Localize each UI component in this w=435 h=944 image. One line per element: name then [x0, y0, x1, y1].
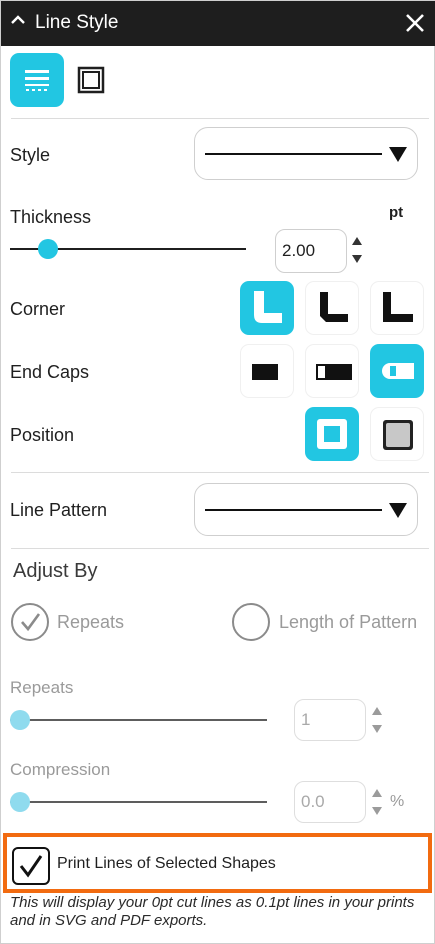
outside-stroke-icon [383, 420, 413, 450]
line-style-panel: Line Style Style Thickness pt 2.00 Corne… [0, 0, 435, 944]
panel-title: Line Style [35, 12, 119, 33]
line-pattern-label: Line Pattern [10, 500, 108, 520]
divider [11, 118, 429, 119]
endcap-butt-button[interactable] [240, 344, 294, 398]
corner-miter-button[interactable] [370, 281, 424, 335]
print-lines-label[interactable]: Print Lines of Selected Shapes [57, 855, 276, 873]
adjust-by-heading: Adjust By [13, 560, 98, 582]
checkmark-icon [19, 855, 43, 878]
corner-round-button[interactable] [240, 281, 294, 335]
title-bar: Line Style [1, 1, 435, 46]
compression-stepper[interactable] [370, 786, 384, 820]
compression-slider-track[interactable] [10, 801, 267, 803]
position-inside-button[interactable] [305, 407, 359, 461]
thickness-label: Thickness [10, 207, 92, 227]
decrement-icon[interactable] [352, 255, 362, 263]
stroke-lines-icon [25, 70, 49, 91]
repeats-stepper[interactable] [370, 704, 384, 738]
thickness-slider-thumb[interactable] [37, 239, 58, 259]
repeats-slider-thumb[interactable] [10, 710, 30, 730]
corner-label: Corner [10, 299, 66, 319]
thickness-stepper[interactable] [350, 234, 364, 268]
corner-bevel-button[interactable] [305, 281, 359, 335]
endcap-square-button[interactable] [305, 344, 359, 398]
repeats-input[interactable] [294, 699, 366, 741]
style-label: Style [10, 145, 51, 165]
decrement-icon[interactable] [372, 725, 382, 733]
thickness-unit: pt [389, 204, 404, 221]
compression-label: Compression [10, 760, 111, 779]
close-icon[interactable] [404, 12, 426, 34]
dropdown-arrow-icon [389, 147, 407, 162]
round-cap-icon [382, 363, 414, 379]
decrement-icon[interactable] [372, 807, 382, 815]
repeats-label: Repeats [10, 678, 74, 697]
tab-border[interactable] [64, 53, 118, 107]
compression-unit: % [390, 793, 405, 810]
adjust-repeats-radio[interactable] [11, 603, 49, 641]
collapse-chevron-icon[interactable] [9, 11, 27, 29]
miter-corner-icon [383, 292, 413, 322]
solid-line-preview [205, 509, 382, 511]
compression-slider-thumb[interactable] [10, 792, 30, 812]
adjust-length-label[interactable]: Length of Pattern [279, 612, 417, 633]
position-outside-button[interactable] [370, 407, 424, 461]
end-caps-label: End Caps [10, 362, 90, 382]
inside-stroke-icon [317, 419, 347, 449]
round-corner-icon [254, 291, 282, 323]
butt-cap-icon [252, 364, 278, 380]
solid-line-preview [205, 153, 382, 155]
style-select[interactable] [194, 127, 418, 180]
divider [11, 472, 429, 473]
checkmark-icon [21, 613, 41, 632]
print-lines-checkbox[interactable] [12, 847, 50, 885]
line-pattern-select[interactable] [194, 483, 418, 536]
increment-icon[interactable] [352, 237, 362, 245]
divider [11, 548, 429, 549]
adjust-repeats-label[interactable]: Repeats [57, 612, 124, 633]
print-lines-note: This will display your 0pt cut lines as … [10, 894, 415, 929]
dropdown-arrow-icon [389, 503, 407, 518]
square-cap-icon [316, 364, 352, 380]
square-outline-icon [77, 66, 105, 94]
thickness-input[interactable] [275, 229, 347, 273]
adjust-length-radio[interactable] [232, 603, 270, 641]
tab-stroke[interactable] [10, 53, 64, 107]
compression-input[interactable] [294, 781, 366, 823]
position-label: Position [10, 425, 75, 445]
increment-icon[interactable] [372, 707, 382, 715]
increment-icon[interactable] [372, 789, 382, 797]
bevel-corner-icon [320, 292, 348, 322]
repeats-slider-track[interactable] [10, 719, 267, 721]
endcap-round-button[interactable] [370, 344, 424, 398]
